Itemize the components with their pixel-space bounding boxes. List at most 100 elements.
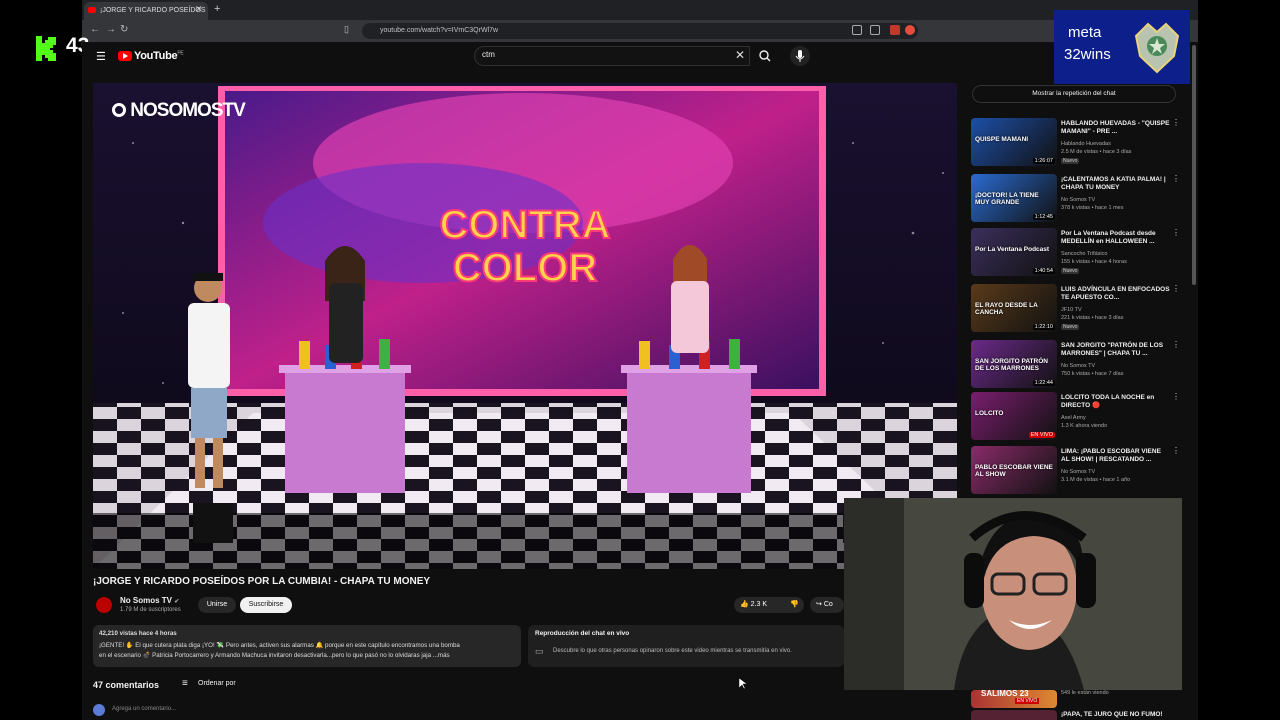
extension-icon[interactable] xyxy=(905,25,915,35)
related-channel[interactable]: No Somos TV xyxy=(1061,363,1171,370)
related-channel[interactable]: Axel Army xyxy=(1061,415,1171,422)
page-scrollbar[interactable] xyxy=(1192,45,1196,285)
video-player[interactable]: CONTRA COLOR xyxy=(93,83,957,569)
back-icon[interactable]: ← xyxy=(90,24,100,35)
duration-badge: 1:26:07 xyxy=(1032,158,1055,164)
more-options-icon[interactable]: ⋮ xyxy=(1172,284,1180,293)
join-button[interactable]: Unirse xyxy=(198,597,236,613)
related-title[interactable]: SAN JORGITO "PATRÓN DE LOS MARRONES" | C… xyxy=(1061,342,1171,358)
forward-icon[interactable]: → xyxy=(106,24,116,35)
sort-button[interactable]: Ordenar por xyxy=(198,680,236,687)
new-badge: Nuevo xyxy=(1061,324,1080,330)
related-title[interactable]: LUIS ADVÍNCULA EN ENFOCADOS TE APUESTO C… xyxy=(1061,286,1171,302)
related-meta: 750 k vistas • hace 7 días xyxy=(1061,371,1124,377)
sort-icon[interactable]: ≡ xyxy=(182,678,188,689)
description-meta: 42,210 vistas hace 4 horas xyxy=(99,630,177,637)
partial-title[interactable]: ¡PAPA, TE JURO QUE NO FUMO! xyxy=(1061,711,1171,719)
cast-icon[interactable] xyxy=(852,25,862,35)
kick-logo-icon xyxy=(36,36,56,61)
related-title[interactable]: LIMA: ¡PABLO ESCOBAR VIENE AL SHOW! | RE… xyxy=(1061,448,1171,464)
dislike-icon[interactable]: 👎 xyxy=(790,597,799,613)
tab-title: ¡JORGE Y RICARDO POSEÍDOS xyxy=(100,7,206,14)
related-title[interactable]: Por La Ventana Podcast desde MEDELLÍN en… xyxy=(1061,230,1171,246)
country-code: PE xyxy=(177,50,184,57)
related-channel[interactable]: Hablando Huevadas xyxy=(1061,141,1171,148)
related-thumbnail[interactable]: LOLCITO EN VIVO xyxy=(971,392,1057,440)
mouse-cursor-icon xyxy=(738,677,748,695)
meta-label: meta xyxy=(1068,24,1102,41)
channel-avatar[interactable] xyxy=(96,597,112,613)
related-thumb-partial[interactable]: SALIMOS 23 EN VIVO xyxy=(971,689,1057,708)
related-channel[interactable]: No Somos TV xyxy=(1061,197,1171,204)
related-title[interactable]: HABLANDO HUEVADAS - "QUISPE MAMANI" - PR… xyxy=(1061,120,1171,136)
more-options-icon[interactable]: ⋮ xyxy=(1172,392,1180,401)
show-chat-replay-button[interactable]: Mostrar la repetición del chat xyxy=(972,85,1176,103)
more-options-icon[interactable]: ⋮ xyxy=(1172,228,1180,237)
related-meta: 2.5 M de vistas • hace 3 días xyxy=(1061,149,1132,155)
user-avatar xyxy=(93,704,105,716)
more-options-icon[interactable]: ⋮ xyxy=(1172,174,1180,183)
new-tab-icon[interactable]: + xyxy=(214,3,220,15)
microphone-icon[interactable] xyxy=(790,46,810,66)
contestant-left xyxy=(325,246,365,363)
wins-count: 32wins xyxy=(1064,46,1111,63)
new-badge: Nuevo xyxy=(1061,268,1080,274)
like-dislike-button[interactable]: 👍 2.3 K 👎 xyxy=(734,597,804,613)
set-title-line2: COLOR xyxy=(453,246,598,290)
thumbnail-text: LOLCITO xyxy=(975,410,1004,417)
brave-shield-icon[interactable] xyxy=(890,25,900,35)
bookmark-icon[interactable]: ▯ xyxy=(344,24,349,35)
thumbnail-text: ¡DOCTOR! LA TIENE MUY GRANDE xyxy=(975,192,1039,206)
related-thumbnail[interactable]: SAN JORGITO PATRÓN DE LOS MARRONES 1:22:4… xyxy=(971,340,1057,388)
more-options-icon[interactable]: ⋮ xyxy=(1172,446,1180,455)
reload-icon[interactable]: ↻ xyxy=(120,24,128,35)
related-title[interactable]: ¡CALENTAMOS A KATIA PALMA! | CHAPA TU MO… xyxy=(1061,176,1171,192)
related-title[interactable]: LOLCITO TODA LA NOCHE en DIRECTO 🔴 xyxy=(1061,394,1171,410)
related-thumbnail[interactable]: Por La Ventana Podcast 1:40:54 xyxy=(971,228,1057,276)
hamburger-menu-icon[interactable]: ☰ xyxy=(96,50,106,63)
screenshot-icon[interactable] xyxy=(870,25,880,35)
description-line1: ¡GENTE! ✋ El que cutera plata diga ¡YO! … xyxy=(99,642,460,649)
like-icon[interactable]: 👍 xyxy=(740,601,749,608)
related-channel[interactable]: Sancocho Trifásico xyxy=(1061,251,1171,258)
close-tab-icon[interactable]: ✕ xyxy=(195,4,203,15)
contestant-right xyxy=(671,245,709,353)
browser-tab[interactable]: ¡JORGE Y RICARDO POSEÍDOS xyxy=(84,2,208,20)
youtube-logo-text[interactable]: YouTubePE xyxy=(134,50,184,62)
set-title-line1: CONTRA xyxy=(439,203,610,247)
share-button[interactable]: ↪ Co xyxy=(810,597,844,613)
duration-badge: 1:22:10 xyxy=(1032,324,1055,330)
more-options-icon[interactable]: ⋮ xyxy=(1172,340,1180,349)
search-button[interactable] xyxy=(752,46,778,66)
clear-search-icon[interactable]: ✕ xyxy=(735,48,745,62)
related-meta: 378 k vistas • hace 1 mes xyxy=(1061,205,1124,211)
subscribe-button[interactable]: Suscribirse xyxy=(240,597,292,613)
related-channel[interactable]: No Somos TV xyxy=(1061,469,1171,476)
duration-badge: 1:40:54 xyxy=(1032,268,1055,274)
related-meta: 221 k vistas • hace 3 días xyxy=(1061,315,1124,321)
live-badge: EN VIVO xyxy=(1015,698,1040,704)
new-badge: Nuevo xyxy=(1061,158,1080,164)
play-triangle xyxy=(123,53,128,59)
related-thumbnail[interactable]: PABLO ESCOBAR VIENE AL SHOW xyxy=(971,446,1057,494)
description-line2: en el escenario 💣 Patricia Portocarrero … xyxy=(99,652,450,659)
partial-thumb-text: SALIMOS 23 xyxy=(981,689,1029,698)
thumbnail-text: PABLO ESCOBAR VIENE AL SHOW xyxy=(975,464,1053,478)
subscriber-count: 1.79 M de suscriptores xyxy=(120,607,181,613)
thumbnail-text: EL RAYO DESDE LA CANCHA xyxy=(975,302,1038,316)
related-thumbnail[interactable]: ¡DOCTOR! LA TIENE MUY GRANDE 1:12:45 xyxy=(971,174,1057,222)
youtube-favicon-icon xyxy=(88,7,96,13)
channel-name[interactable]: No Somos TV ✔ xyxy=(120,596,179,605)
related-channel[interactable]: JF10 TV xyxy=(1061,307,1171,314)
share-icon: ↪ xyxy=(816,601,822,608)
related-thumbnail[interactable]: EL RAYO DESDE LA CANCHA 1:22:10 xyxy=(971,284,1057,332)
related-thumb-partial-2[interactable] xyxy=(971,710,1057,720)
search-value: ctm xyxy=(482,50,495,59)
more-options-icon[interactable]: ⋮ xyxy=(1172,118,1180,127)
add-comment-input[interactable]: Agrega un comentario... xyxy=(112,706,176,712)
chat-replay-text: Descubre lo que otras personas opinaron … xyxy=(553,648,792,654)
related-thumbnail[interactable]: QUISPE MAMANI 1:26:07 xyxy=(971,118,1057,166)
verified-icon: ✔ xyxy=(174,599,180,605)
search-input[interactable] xyxy=(474,46,750,66)
kick-viewer-count: 43 xyxy=(0,30,89,61)
